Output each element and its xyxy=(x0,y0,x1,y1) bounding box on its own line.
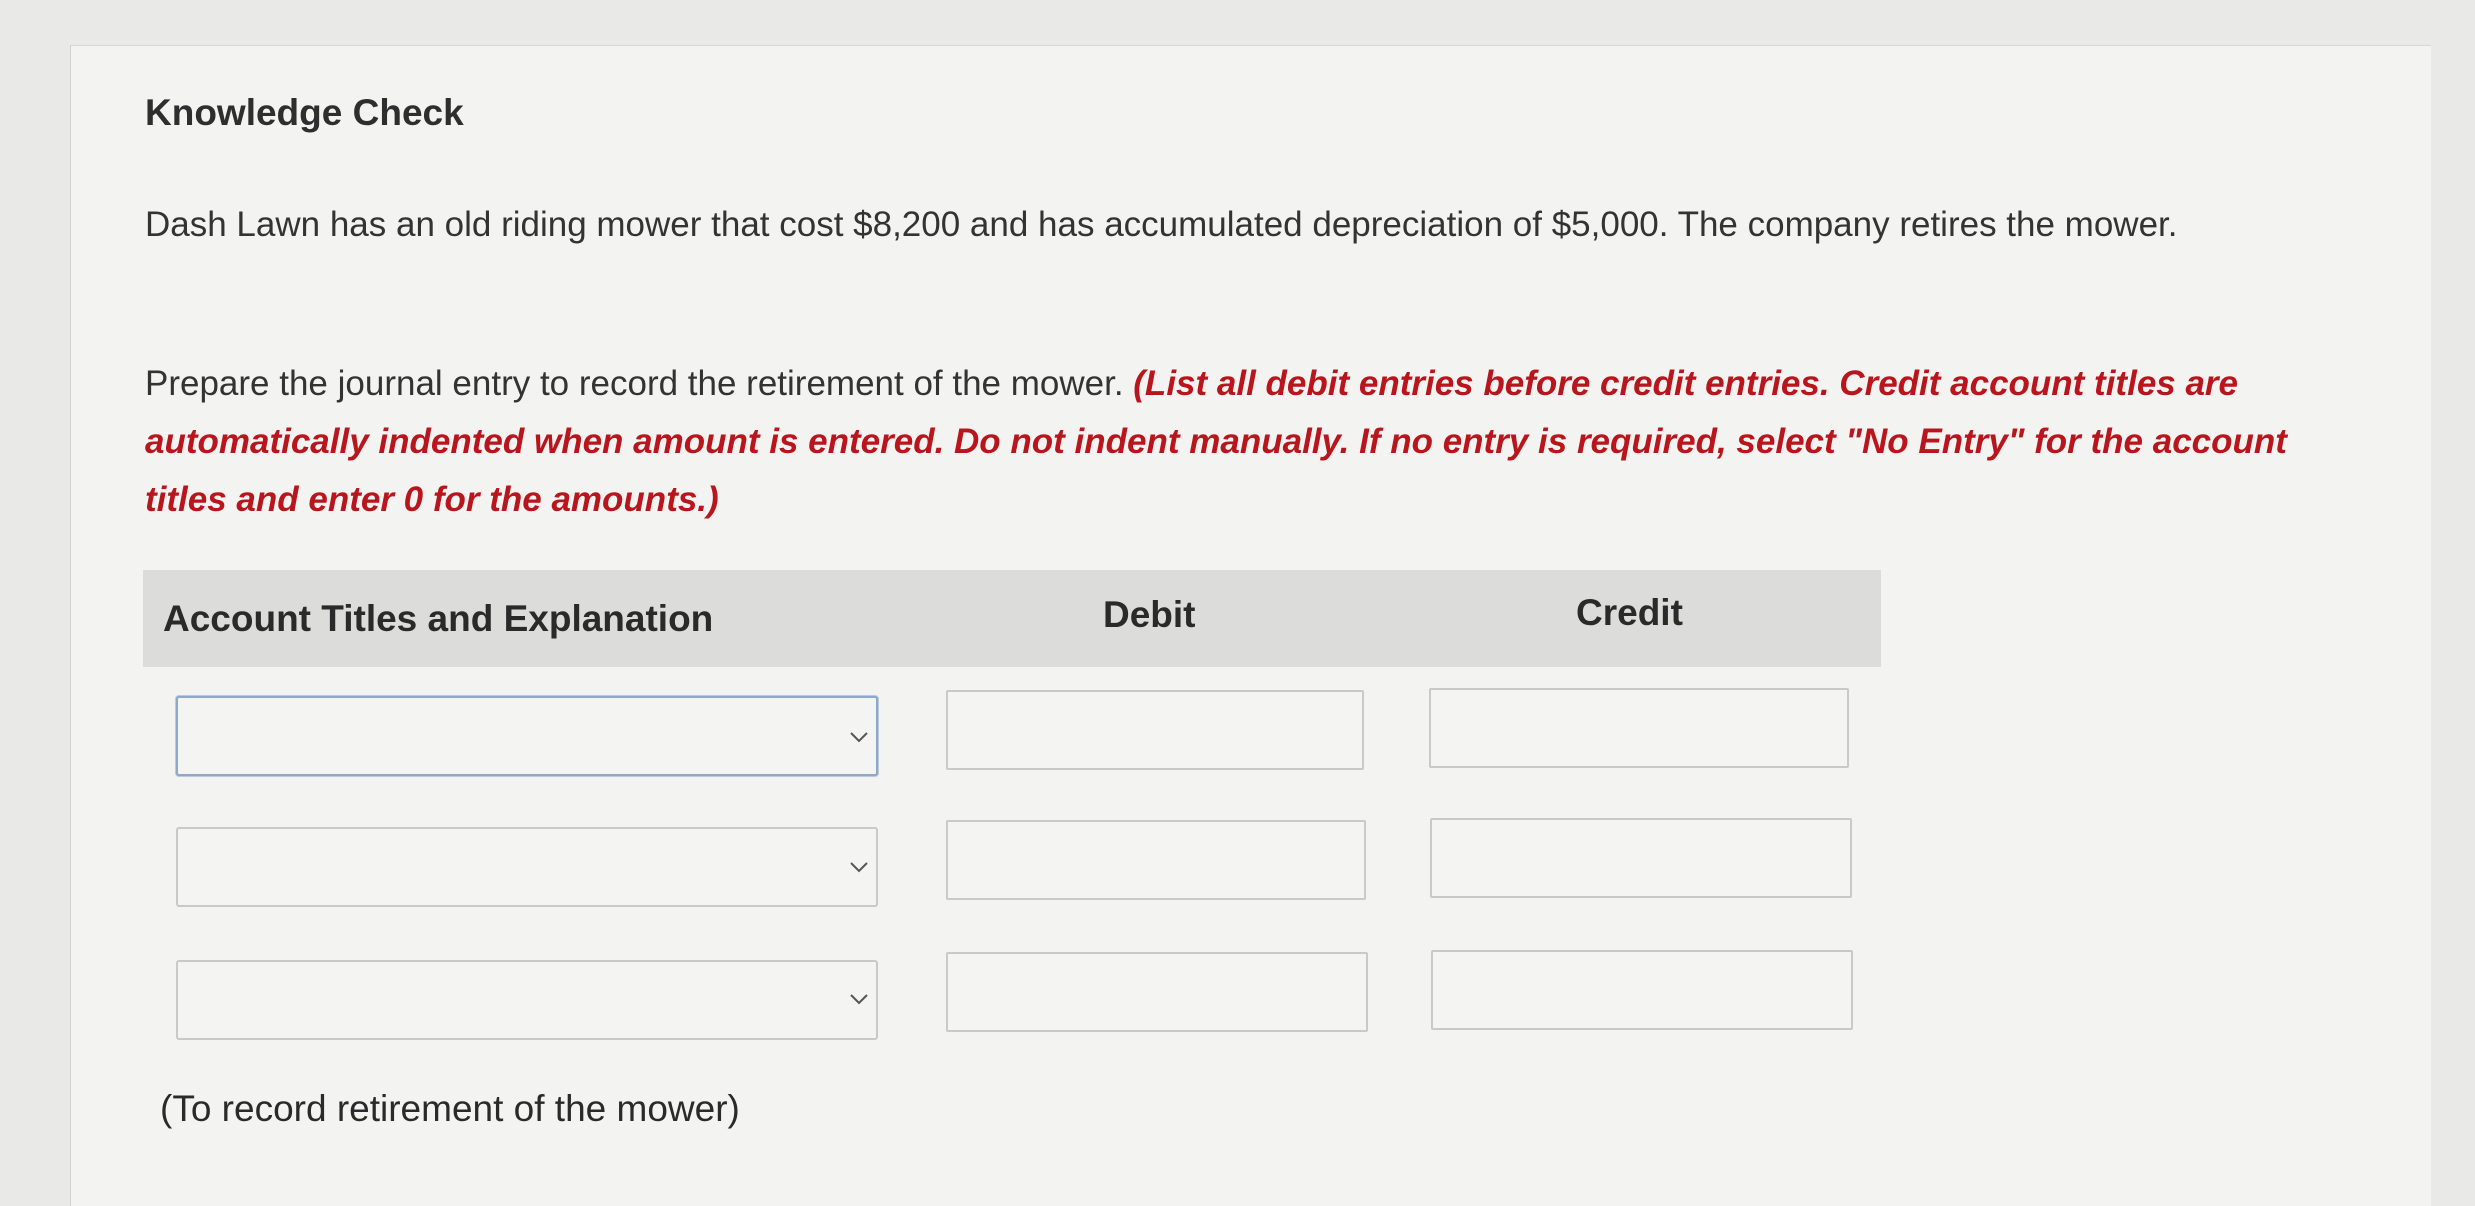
entry-explanation: (To record retirement of the mower) xyxy=(160,1088,740,1129)
credit-input-row-3[interactable] xyxy=(1431,950,1853,1030)
problem-text: Dash Lawn has an old riding mower that c… xyxy=(145,205,2178,244)
instruction-text: Prepare the journal entry to record the … xyxy=(145,355,2375,529)
instruction-lead: Prepare the journal entry to record the … xyxy=(145,364,1134,403)
chevron-down-icon xyxy=(850,732,868,743)
header-account-titles: Account Titles and Explanation xyxy=(163,598,714,639)
credit-input-row-1[interactable] xyxy=(1429,688,1849,768)
chevron-down-icon xyxy=(850,862,868,873)
credit-input-row-2[interactable] xyxy=(1430,818,1852,898)
debit-input-row-1[interactable] xyxy=(946,690,1364,770)
debit-input-row-3[interactable] xyxy=(946,952,1368,1032)
account-select-row-2[interactable] xyxy=(176,827,878,907)
account-select-row-1[interactable] xyxy=(176,696,878,776)
journal-table-header: Account Titles and Explanation Debit Cre… xyxy=(143,570,1881,667)
account-select-row-3[interactable] xyxy=(176,960,878,1040)
page-title: Knowledge Check xyxy=(145,92,464,133)
chevron-down-icon xyxy=(850,994,868,1005)
header-credit: Credit xyxy=(1576,592,1683,633)
debit-input-row-2[interactable] xyxy=(946,820,1366,900)
header-debit: Debit xyxy=(1103,594,1196,635)
